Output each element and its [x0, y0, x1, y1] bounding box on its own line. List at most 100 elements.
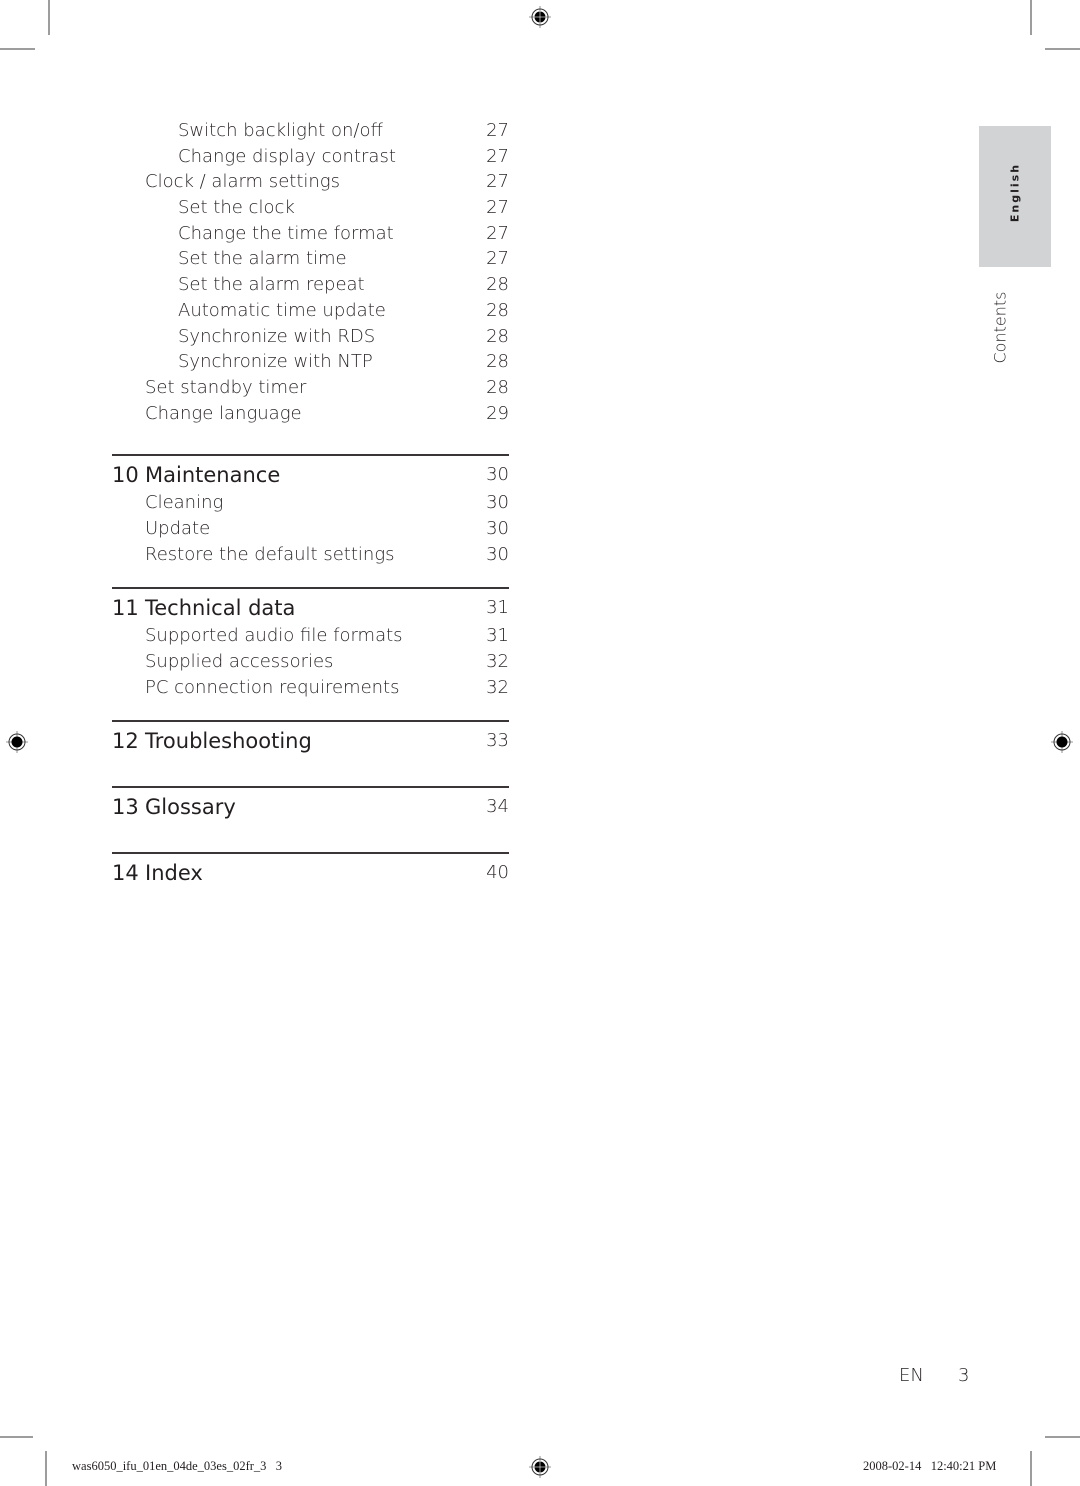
- toc-chapters: 10 Maintenance 30 Cleaning 30 Update 30 Restore…: [112, 454, 509, 898]
- toc-chapter-heading[interactable]: 10 Maintenance 30: [112, 460, 509, 490]
- chapter-title: Index: [145, 861, 203, 886]
- registration-mark-icon: [6, 731, 28, 753]
- toc-entry[interactable]: Set the alarm time 27: [112, 246, 509, 272]
- crop-mark: [1045, 1436, 1080, 1438]
- chapter-page: 30: [486, 464, 509, 486]
- crop-mark: [0, 1436, 33, 1438]
- crop-mark: [1030, 0, 1032, 35]
- toc-entry-title: Set the alarm repeat: [178, 274, 365, 296]
- registration-mark-icon: [529, 1456, 551, 1478]
- toc-entry-page: 28: [486, 325, 509, 347]
- page-language-code: EN: [899, 1365, 924, 1386]
- chapter-number: 14: [112, 861, 139, 886]
- toc-entry-page: 28: [486, 299, 509, 321]
- toc-chapter-heading[interactable]: 13 Glossary 34: [112, 792, 509, 822]
- toc-entry[interactable]: Supplied accessories 32: [112, 649, 509, 675]
- toc-entry-page: 27: [486, 222, 509, 244]
- toc-entry[interactable]: Clock / alarm settings 27: [112, 169, 509, 195]
- print-slug-filename: was6050_ifu_01en_04de_03es_02fr_3 3: [72, 1459, 283, 1473]
- toc-chapter-heading[interactable]: 11 Technical data 31: [112, 593, 509, 623]
- chapter-page: 34: [486, 796, 509, 818]
- toc-entry-page: 31: [486, 625, 509, 647]
- toc-entry[interactable]: Synchronize with NTP 28: [112, 349, 509, 375]
- toc-chapter: 11 Technical data 31 Supported audio file f…: [112, 587, 509, 700]
- chapter-title: Technical data: [145, 596, 296, 621]
- chapter-page: 31: [486, 597, 509, 619]
- toc-entry-page: 27: [486, 197, 509, 219]
- chapter-number: 13: [112, 795, 139, 820]
- toc-entry-title: Set standby timer: [145, 376, 307, 398]
- toc-entry-title: Restore the default settings: [145, 543, 395, 565]
- toc-entry-page: 28: [486, 351, 509, 373]
- chapter-page: 33: [486, 730, 509, 752]
- toc-entry-page: 30: [486, 517, 509, 539]
- chapter-title: Maintenance: [145, 463, 281, 488]
- toc-entry-page: 27: [486, 248, 509, 270]
- chapter-page: 40: [486, 862, 509, 884]
- chapter-number: 12: [112, 729, 139, 754]
- toc-chapter-heading[interactable]: 12 Troubleshooting 33: [112, 726, 509, 756]
- toc-chapter: 12 Troubleshooting 33: [112, 720, 509, 766]
- toc-entry-title: Change the time format: [178, 222, 394, 244]
- toc-entry-title: PC connection requirements: [145, 676, 400, 698]
- toc-entry[interactable]: PC connection requirements 32: [112, 675, 509, 701]
- registration-mark-icon: [1051, 731, 1073, 753]
- section-label: Contents: [990, 291, 1010, 364]
- toc-chapter: 14 Index 40: [112, 852, 509, 898]
- toc-entry-title: Automatic time update: [178, 299, 386, 321]
- toc-entry-title: Set the alarm time: [178, 248, 347, 270]
- toc-entry[interactable]: Set the alarm repeat 28: [112, 272, 509, 298]
- toc-chapter-heading[interactable]: 14 Index 40: [112, 858, 509, 888]
- toc-entry-page: 28: [486, 376, 509, 398]
- chapter-title: Glossary: [145, 795, 236, 820]
- toc-entry-title: Cleaning: [145, 492, 224, 514]
- toc-entry-page: 32: [486, 651, 509, 672]
- chapter-number: 11: [112, 596, 139, 621]
- toc-entry[interactable]: Synchronize with RDS 28: [112, 324, 509, 350]
- toc-entry[interactable]: Automatic time update 28: [112, 298, 509, 324]
- toc-chapter: 13 Glossary 34: [112, 786, 509, 832]
- toc-entry-title: Switch backlight on/off: [178, 120, 383, 141]
- toc-entry[interactable]: Cleaning 30: [112, 490, 509, 516]
- toc-entry-title: Supplied accessories: [145, 651, 334, 672]
- toc-entry-page: 32: [486, 676, 509, 698]
- toc-entry-title: Update: [145, 517, 211, 539]
- toc-entry-page: 27: [486, 120, 509, 141]
- chapter-title: Troubleshooting: [145, 729, 312, 754]
- toc-entry-title: Clock / alarm settings: [145, 171, 340, 193]
- toc-entry[interactable]: Restore the default settings 30: [112, 542, 509, 568]
- crop-mark: [48, 0, 50, 35]
- toc-entry-page: 27: [486, 171, 509, 193]
- toc-entry[interactable]: Update 30: [112, 516, 509, 542]
- registration-mark-icon: [529, 6, 551, 28]
- toc-entry-page: 30: [486, 492, 509, 514]
- print-slug-timestamp: 2008-02-14 12:40:21 PM: [863, 1459, 997, 1473]
- language-tab-label: English: [1008, 162, 1022, 223]
- crop-mark: [45, 1451, 47, 1486]
- toc-entry[interactable]: Set the clock 27: [112, 195, 509, 221]
- toc-entry-title: Change language: [145, 402, 302, 424]
- toc-entry[interactable]: Switch backlight on/off 27: [112, 118, 509, 144]
- crop-mark: [0, 48, 35, 50]
- language-tab: English: [979, 126, 1051, 267]
- toc-continued-entries: Switch backlight on/off 27 Change display …: [112, 118, 509, 426]
- table-of-contents: Switch backlight on/off 27 Change display …: [112, 118, 509, 898]
- toc-chapter: 10 Maintenance 30 Cleaning 30 Update 30 Restore…: [112, 454, 509, 567]
- toc-entry-page: 30: [486, 543, 509, 565]
- toc-entry[interactable]: Change display contrast 27: [112, 144, 509, 170]
- chapter-number: 10: [112, 463, 139, 488]
- toc-entry[interactable]: Set standby timer 28: [112, 375, 509, 401]
- toc-entry-page: 29: [486, 402, 509, 424]
- crop-mark: [1045, 48, 1080, 50]
- crop-mark: [1030, 1451, 1032, 1486]
- toc-entry-title: Change display contrast: [178, 145, 396, 167]
- toc-entry-title: Supported audio file formats: [145, 625, 403, 647]
- toc-entry-page: 27: [486, 145, 509, 167]
- toc-entry[interactable]: Change language 29: [112, 401, 509, 427]
- toc-entry-title: Set the clock: [178, 197, 295, 219]
- toc-entry[interactable]: Supported audio file formats 31: [112, 623, 509, 649]
- page-number: 3: [958, 1365, 970, 1386]
- toc-entry-title: Synchronize with NTP: [178, 351, 373, 373]
- toc-entry-page: 28: [486, 274, 509, 296]
- toc-entry[interactable]: Change the time format 27: [112, 221, 509, 247]
